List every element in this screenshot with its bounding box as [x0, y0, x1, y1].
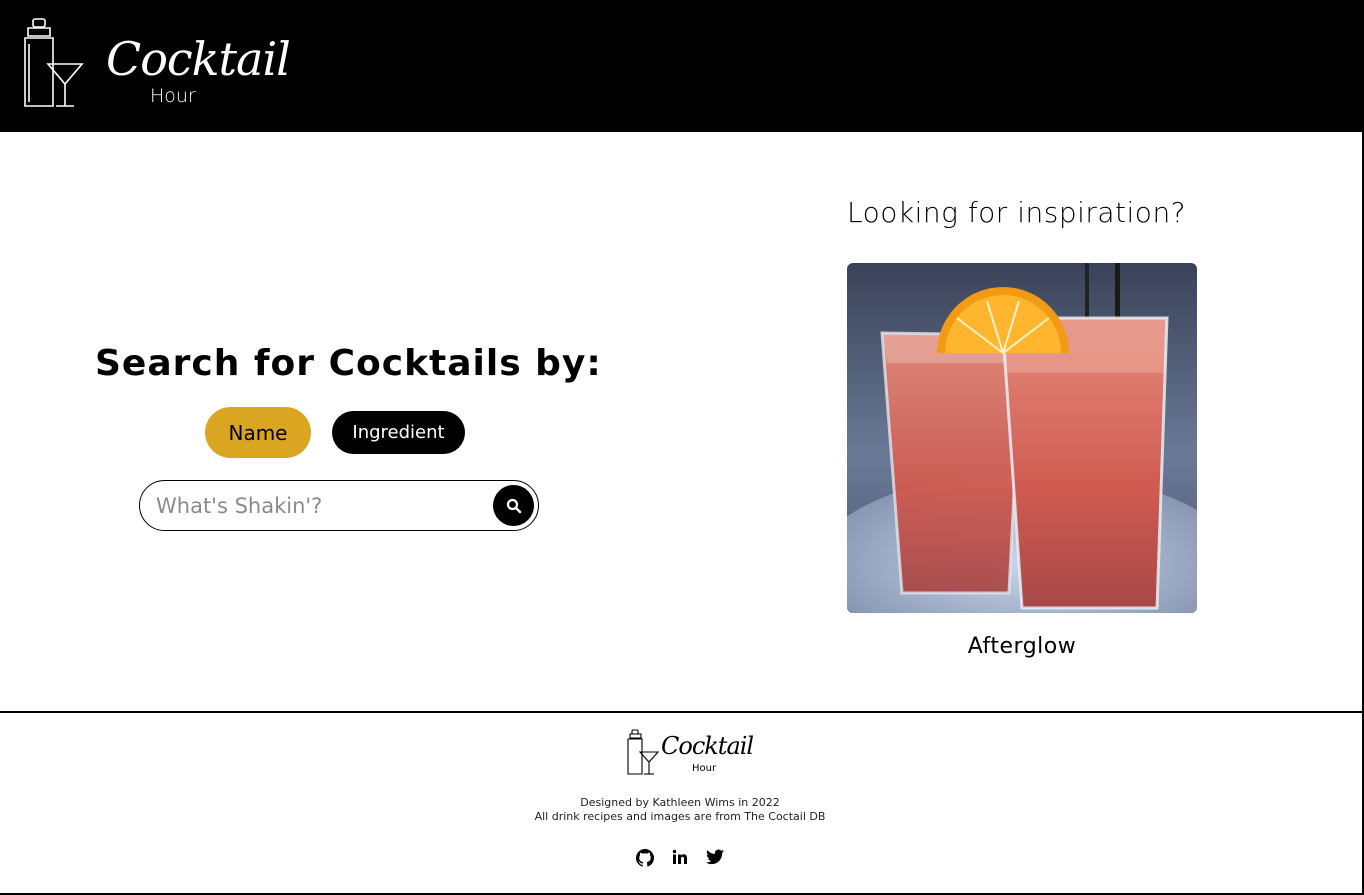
- drink-photo: [847, 263, 1197, 613]
- search-heading: Search for Cocktails by:: [95, 343, 602, 384]
- footer-brand-wordmark: Cocktail: [661, 732, 754, 760]
- brand-subtitle: Hour: [150, 85, 196, 107]
- social-links: [636, 849, 736, 869]
- linkedin-link[interactable]: [672, 849, 690, 867]
- footer-brand-subtitle: Hour: [692, 763, 717, 774]
- twitter-icon: [706, 849, 724, 865]
- footer-credits: Designed by Kathleen Wims in 2022 All dr…: [480, 796, 880, 824]
- data-source-credit: All drink recipes and images are from Th…: [534, 810, 826, 823]
- github-icon: [636, 849, 654, 867]
- inspiration-heading: Looking for inspiration?: [847, 196, 1187, 229]
- featured-drink-name[interactable]: Afterglow: [847, 632, 1197, 662]
- search-by-name-button[interactable]: Name: [205, 407, 311, 458]
- shaker-glass-icon: [627, 729, 660, 775]
- search-by-ingredient-button[interactable]: Ingredient: [332, 411, 465, 454]
- search-input[interactable]: [156, 491, 486, 521]
- site-header: Cocktail Hour: [0, 0, 1364, 132]
- search-icon: [506, 498, 521, 513]
- search-submit-button[interactable]: [493, 485, 534, 526]
- github-link[interactable]: [636, 849, 654, 867]
- featured-drink-image[interactable]: [847, 263, 1197, 613]
- shaker-glass-icon: [24, 18, 84, 107]
- twitter-link[interactable]: [706, 849, 724, 867]
- linkedin-icon: [672, 849, 687, 864]
- brand-logo[interactable]: Cocktail Hour: [20, 16, 291, 112]
- search-bar: [139, 480, 539, 531]
- brand-wordmark: Cocktail: [106, 32, 291, 86]
- designer-credit: Designed by Kathleen Wims in 2022: [580, 796, 780, 809]
